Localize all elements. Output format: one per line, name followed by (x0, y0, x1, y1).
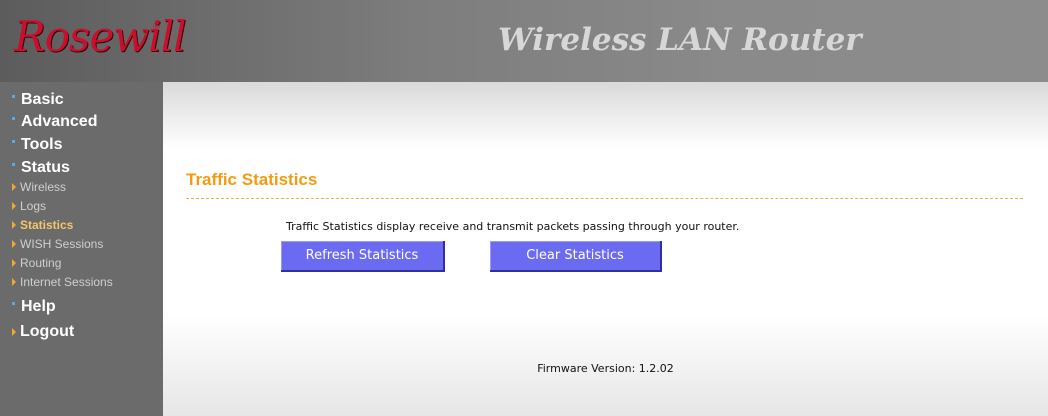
sidebar-item-label: Routing (20, 256, 62, 270)
sidebar-item-label: Basic (21, 91, 64, 108)
sidebar-item-help[interactable]: Help (0, 296, 56, 318)
arrow-icon (12, 259, 16, 267)
sidebar-item-label: Wireless (20, 180, 67, 194)
sidebar-item-label: Advanced (21, 113, 98, 130)
rosewill-logo: Rosewill (14, 12, 187, 61)
sidebar-nav: Basic Advanced Tools Status Wireless Log… (0, 82, 163, 416)
sidebar-subitem-internet-sessions[interactable]: Internet Sessions (0, 273, 113, 291)
sidebar-subitem-routing[interactable]: Routing (0, 254, 61, 272)
arrow-icon (12, 183, 16, 191)
page-description: Traffic Statistics display receive and t… (286, 220, 740, 233)
clear-statistics-button[interactable]: Clear Statistics (490, 241, 662, 272)
firmware-version: Firmware Version: 1.2.02 (537, 362, 674, 375)
arrow-icon (12, 328, 16, 336)
arrow-icon (12, 278, 16, 286)
sidebar-item-status[interactable]: Status (0, 157, 70, 179)
refresh-statistics-button[interactable]: Refresh Statistics (281, 241, 445, 272)
bullet-icon (12, 301, 15, 305)
arrow-icon (12, 221, 16, 229)
sidebar-item-label: WISH Sessions (20, 237, 104, 251)
bullet-icon (12, 139, 15, 143)
header-banner: Rosewill ® Wireless LAN Router (0, 0, 1048, 82)
sidebar-subitem-statistics[interactable]: Statistics (0, 216, 73, 234)
sidebar-item-label: Logs (20, 199, 47, 213)
sidebar-item-label: Statistics (20, 218, 74, 232)
page-title: Traffic Statistics (186, 170, 318, 189)
arrow-icon (12, 240, 16, 248)
product-title: Wireless LAN Router (498, 22, 862, 58)
title-divider (186, 198, 1023, 199)
sidebar-item-basic[interactable]: Basic (0, 89, 64, 111)
bullet-icon (12, 94, 15, 98)
sidebar-item-label: Help (21, 298, 56, 315)
main-content: Traffic Statistics Traffic Statistics di… (163, 82, 1048, 416)
sidebar-item-label: Status (21, 159, 70, 176)
arrow-icon (12, 202, 16, 210)
sidebar-subitem-wireless[interactable]: Wireless (0, 178, 66, 196)
bullet-icon (12, 116, 15, 120)
sidebar-item-label: Internet Sessions (20, 275, 113, 289)
registered-mark: ® (152, 22, 161, 32)
sidebar-item-advanced[interactable]: Advanced (0, 111, 97, 133)
sidebar-subitem-logs[interactable]: Logs (0, 197, 46, 215)
sidebar-item-label: Tools (21, 136, 63, 153)
bullet-icon (12, 162, 15, 166)
sidebar-item-logout[interactable]: Logout (0, 321, 74, 343)
sidebar-subitem-wish-sessions[interactable]: WISH Sessions (0, 235, 103, 253)
sidebar-item-tools[interactable]: Tools (0, 134, 62, 156)
sidebar-item-label: Logout (20, 323, 75, 340)
